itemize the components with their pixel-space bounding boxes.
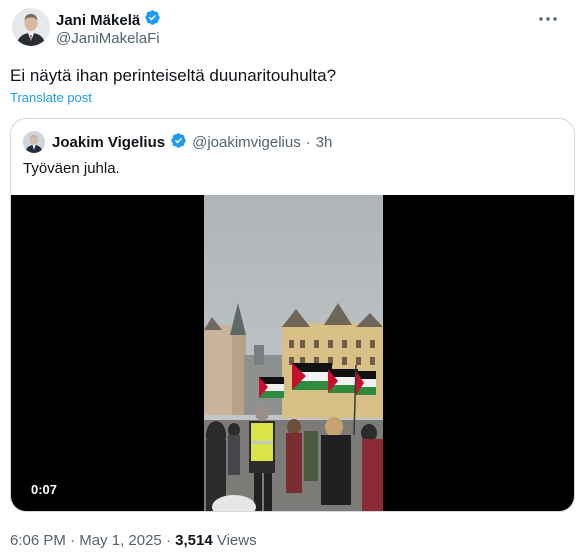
verified-badge-icon bbox=[144, 9, 161, 31]
post-metadata: 6:06 PM · May 1, 2025 · 3,514 Views bbox=[10, 532, 257, 549]
quoted-post-time[interactable]: 3h bbox=[316, 134, 333, 151]
quoted-author-name[interactable]: Joakim Vigelius bbox=[52, 134, 165, 151]
post-date[interactable]: May 1, 2025 bbox=[79, 532, 162, 549]
quoted-author-handle: @joakimvigelius bbox=[192, 133, 301, 151]
post-text: Ei näytä ihan perinteiseltä duunaritouhu… bbox=[10, 66, 337, 85]
quoted-post-text: Työväen juhla. bbox=[23, 160, 120, 177]
verified-badge-icon bbox=[170, 132, 187, 153]
author-name[interactable]: Jani Mäkelä bbox=[56, 12, 140, 29]
author-avatar[interactable] bbox=[12, 8, 50, 46]
translate-post-link[interactable]: Translate post bbox=[10, 90, 92, 105]
meta-separator: · bbox=[70, 532, 76, 549]
more-options-icon[interactable] bbox=[538, 10, 558, 28]
video-duration: 0:07 bbox=[31, 482, 58, 497]
quoted-author-avatar bbox=[23, 131, 45, 153]
views-count: 3,514 bbox=[175, 532, 213, 549]
post-time[interactable]: 6:06 PM bbox=[10, 532, 66, 549]
meta-separator: · bbox=[305, 133, 311, 151]
author-handle[interactable]: @JaniMakelaFi bbox=[56, 30, 160, 47]
quoted-post-card[interactable]: Joakim Vigelius @joakimvigelius · 3h Työ… bbox=[10, 118, 575, 512]
meta-separator: · bbox=[165, 532, 171, 549]
video-thumbnail bbox=[204, 195, 383, 511]
video-player[interactable]: 0:07 bbox=[11, 195, 574, 511]
views-label: Views bbox=[216, 532, 257, 549]
